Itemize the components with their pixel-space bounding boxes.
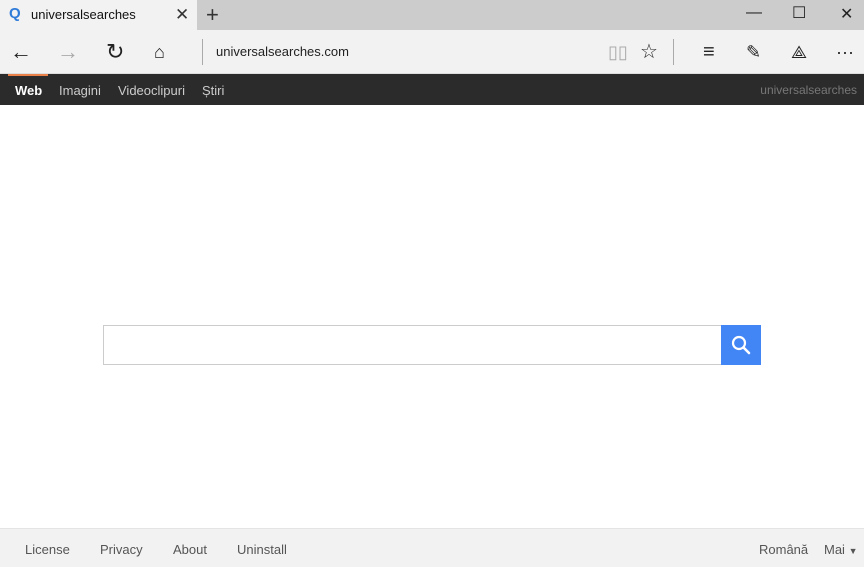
language-link[interactable]: Română	[759, 542, 808, 557]
divider	[202, 39, 203, 65]
tab-active[interactable]: Q universalsearches ✕	[0, 0, 197, 30]
caret-down-icon: ▼	[848, 546, 858, 556]
close-window-icon[interactable]: ✕	[840, 4, 853, 24]
more-label: Mai	[824, 542, 845, 557]
footer: License Privacy About Uninstall Română M…	[0, 528, 864, 567]
web-note-icon[interactable]: ✎	[746, 39, 761, 65]
brand-label: universalsearches	[760, 83, 857, 97]
divider	[673, 39, 674, 65]
search-nav-bar: Web Imagini Videoclipuri Știri universal…	[0, 74, 864, 105]
favorite-star-icon[interactable]: ☆	[640, 39, 658, 65]
new-tab-icon[interactable]: +	[206, 2, 219, 28]
address-bar[interactable]: universalsearches.com	[216, 44, 349, 59]
maximize-icon[interactable]: ☐	[792, 3, 806, 23]
share-icon[interactable]: ⟁	[791, 39, 807, 65]
refresh-icon[interactable]: ↻	[106, 39, 124, 65]
nav-videos[interactable]: Videoclipuri	[118, 83, 185, 98]
back-icon[interactable]: ←	[10, 39, 32, 65]
license-link[interactable]: License	[25, 542, 70, 557]
reading-view-icon[interactable]: ▯▯	[608, 39, 628, 65]
site-favicon-icon: Q	[9, 5, 21, 22]
forward-icon[interactable]: →	[57, 39, 79, 65]
search-input[interactable]	[103, 325, 721, 365]
uninstall-link[interactable]: Uninstall	[237, 542, 287, 557]
hub-icon[interactable]: ≡	[703, 39, 715, 65]
nav-images[interactable]: Imagini	[59, 83, 101, 98]
home-icon[interactable]: ⌂	[154, 39, 165, 65]
search-icon	[731, 335, 751, 355]
more-icon[interactable]: ···	[836, 39, 854, 65]
more-menu[interactable]: Mai ▼	[824, 542, 858, 557]
tab-title: universalsearches	[31, 7, 136, 22]
search-button[interactable]	[721, 325, 761, 365]
minimize-icon[interactable]: —	[746, 4, 762, 22]
about-link[interactable]: About	[173, 542, 207, 557]
nav-news[interactable]: Știri	[202, 83, 224, 98]
close-tab-icon[interactable]: ✕	[175, 5, 189, 25]
toolbar: ← → ↻ ⌂ universalsearches.com ▯▯ ☆ ≡ ✎ ⟁…	[0, 30, 864, 74]
privacy-link[interactable]: Privacy	[100, 542, 143, 557]
active-tab-indicator	[8, 74, 48, 76]
nav-web[interactable]: Web	[15, 83, 42, 98]
